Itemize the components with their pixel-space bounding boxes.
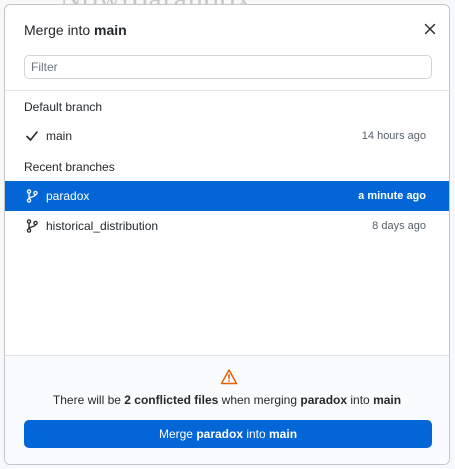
branch-time: 14 hours ago [361,130,426,142]
branch-name: paradox [46,189,90,203]
group-header-default-branch: Default branch [24,100,103,114]
merge-button-middle: into [243,427,270,441]
merge-button-prefix: Merge [158,427,197,441]
branch-item-main[interactable]: main 14 hours ago [5,121,449,151]
group-header-recent-branches: Recent branches [24,160,115,174]
warning-text: There will be [52,393,125,407]
warning-target-branch: main [373,393,402,407]
divider [5,90,449,91]
close-button[interactable] [420,19,440,39]
check-icon [25,129,39,143]
dialog-title-branch: main [94,22,127,38]
conflict-warning: There will be 2 conflicted files when me… [5,393,449,407]
git-branch-icon [25,189,39,203]
dialog-title: Merge into main [24,22,127,38]
merge-button-target: main [269,427,298,441]
branch-item-paradox[interactable]: paradox a minute ago [5,181,449,211]
filter-input[interactable] [24,55,432,79]
conflict-count: 2 conflicted files [124,393,219,407]
dialog-header: Merge into main [5,5,449,55]
warning-text: when merging [218,393,301,407]
branch-name: main [46,129,73,143]
warning-source-branch: paradox [300,393,348,407]
dialog-footer: There will be 2 conflicted files when me… [5,355,449,464]
merge-button-source: paradox [196,427,243,441]
close-icon [424,23,436,35]
branch-time: a minute ago [358,190,426,202]
branch-item-historical-distribution[interactable]: historical_distribution 8 days ago [5,211,449,241]
dialog-title-prefix: Merge into [24,22,91,38]
merge-dialog: Merge into main Default branch main 14 h… [4,4,450,465]
git-branch-icon [25,219,39,233]
alert-triangle-icon [220,369,238,385]
merge-button[interactable]: Merge paradox into main [24,420,432,448]
warning-text: into [347,393,374,407]
branch-name: historical_distribution [46,219,159,233]
branch-time: 8 days ago [372,220,426,232]
